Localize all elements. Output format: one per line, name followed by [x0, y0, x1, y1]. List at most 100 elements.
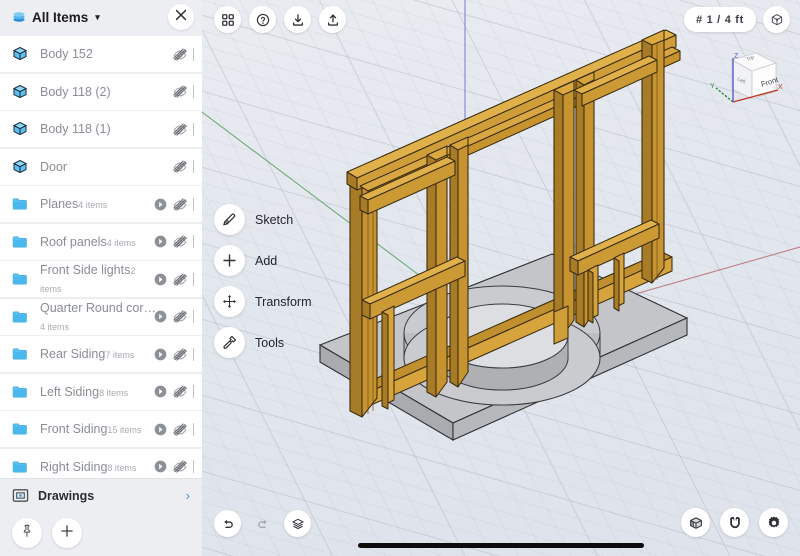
radial-menu-label: Tools	[255, 335, 285, 350]
snap-button[interactable]	[720, 508, 749, 537]
grid-view-button[interactable]	[214, 6, 241, 33]
eye-off-icon[interactable]	[173, 85, 187, 98]
tree-row-folder[interactable]: Roof panels4 items	[0, 223, 202, 260]
eye-off-icon[interactable]	[173, 197, 187, 211]
layers-button[interactable]	[284, 510, 311, 537]
row-divider	[193, 347, 194, 361]
tree-row-folder[interactable]: Rear Siding7 items	[0, 336, 202, 372]
eye-off-icon[interactable]	[173, 122, 187, 136]
box-shading-icon	[688, 515, 704, 531]
tree-row-folder[interactable]: Left Siding8 items	[0, 373, 202, 410]
row-divider	[193, 460, 194, 473]
tree-row-text: Body 118 (1)	[34, 120, 173, 138]
tree-row-controls	[154, 347, 198, 361]
tree-row-folder[interactable]: Planes4 items	[0, 186, 202, 222]
expand-folder-button[interactable]	[154, 273, 167, 286]
row-divider	[193, 122, 194, 136]
tree-row-controls	[173, 122, 198, 136]
tree-row-folder[interactable]: Front Side lights2 items	[0, 261, 202, 297]
cube-icon	[12, 46, 34, 62]
tree-row-controls	[154, 422, 198, 436]
3d-viewport[interactable]: # 1 / 4 ft Front Left Top Y X Z Sketch A…	[202, 0, 800, 556]
redo-icon	[256, 517, 270, 531]
grid-scale-pill[interactable]: # 1 / 4 ft	[684, 7, 756, 32]
folder-icon	[12, 271, 34, 287]
hammer-icon	[221, 334, 238, 351]
tree-row-controls	[154, 310, 198, 323]
expand-folder-button[interactable]	[154, 235, 167, 248]
radial-menu-item-add[interactable]: Add	[214, 245, 312, 276]
import-button[interactable]	[284, 6, 311, 33]
expand-folder-button[interactable]	[154, 460, 167, 473]
hammer-icon-button[interactable]	[214, 327, 245, 358]
eye-off-icon[interactable]	[173, 385, 187, 398]
tree-row-folder[interactable]: Front Siding15 items	[0, 411, 202, 447]
expand-folder-button[interactable]	[154, 198, 167, 211]
tree-row-body[interactable]: Door	[0, 148, 202, 185]
tree-row-count: 8 items	[99, 387, 129, 398]
help-button[interactable]	[249, 6, 276, 33]
plus-icon-button[interactable]	[214, 245, 245, 276]
tree-row-text: Front Side lights2 items	[34, 261, 154, 297]
cube-icon	[12, 84, 34, 100]
row-divider	[193, 272, 194, 286]
undo-button[interactable]	[214, 510, 241, 537]
eye-off-icon[interactable]	[173, 47, 187, 61]
radial-menu-item-transform[interactable]: Transform	[214, 286, 312, 317]
folder-icon	[12, 196, 34, 212]
view-style-button[interactable]	[681, 508, 710, 537]
eye-off-icon[interactable]	[173, 235, 187, 248]
radial-menu-item-sketch[interactable]: Sketch	[214, 204, 312, 235]
viewport-toolbar-top-right: # 1 / 4 ft	[684, 6, 790, 33]
drawings-icon	[12, 487, 29, 504]
tree-row-controls	[173, 160, 198, 173]
tree-row-text: Body 118 (2)	[34, 83, 173, 101]
tree-row-label: Rear Siding	[40, 347, 106, 361]
expand-folder-button[interactable]	[154, 310, 167, 323]
view-cube[interactable]: Front Left Top Y X Z	[708, 46, 786, 124]
row-divider	[193, 422, 194, 436]
chevron-down-icon: ▾	[95, 11, 100, 22]
row-divider	[193, 160, 194, 173]
expand-folder-button[interactable]	[154, 423, 167, 436]
close-panel-button[interactable]	[168, 4, 194, 30]
export-button[interactable]	[319, 6, 346, 33]
pencil-icon	[221, 211, 238, 228]
tree-row-text: Rear Siding7 items	[34, 345, 154, 363]
tree-row-folder[interactable]: Quarter Round cor… 4 items	[0, 298, 202, 335]
pin-button[interactable]	[12, 518, 42, 548]
perspective-cube-button[interactable]	[763, 6, 790, 33]
eye-off-icon[interactable]	[173, 272, 187, 286]
tree-row-text: Front Siding15 items	[34, 420, 154, 438]
undo-icon	[221, 517, 235, 531]
drawings-entry[interactable]: Drawings ›	[0, 478, 202, 512]
move-arrows-icon-button[interactable]	[214, 286, 245, 317]
settings-button[interactable]	[759, 508, 788, 537]
eye-off-icon[interactable]	[173, 347, 187, 361]
row-divider	[193, 85, 194, 98]
tree-row-body[interactable]: Body 118 (1)	[0, 111, 202, 147]
tree-row-body[interactable]: Body 118 (2)	[0, 73, 202, 110]
drawings-label: Drawings	[38, 488, 95, 503]
grid-icon	[221, 13, 235, 27]
tree-row-text: Left Siding8 items	[34, 383, 154, 401]
eye-off-icon[interactable]	[173, 160, 187, 173]
tree-row-text: Quarter Round cor… 4 items	[34, 299, 157, 335]
expand-folder-button[interactable]	[154, 385, 167, 398]
eye-off-icon[interactable]	[173, 460, 187, 473]
tree-row-controls	[154, 460, 198, 473]
all-items-dropdown[interactable]: All Items ▾	[12, 10, 100, 25]
folder-icon	[12, 421, 34, 437]
add-item-button[interactable]	[52, 518, 82, 548]
tree-row-label: Quarter Round cor…	[40, 300, 157, 315]
eye-off-icon[interactable]	[173, 310, 187, 323]
row-divider	[193, 47, 194, 61]
tree-row-body[interactable]: Body 152	[0, 36, 202, 72]
viewport-toolbar-top-left	[214, 6, 346, 33]
pencil-icon-button[interactable]	[214, 204, 245, 235]
tree-row-controls	[154, 272, 198, 286]
radial-menu-item-tools[interactable]: Tools	[214, 327, 312, 358]
expand-folder-button[interactable]	[154, 348, 167, 361]
eye-off-icon[interactable]	[173, 422, 187, 436]
redo-button[interactable]	[249, 510, 276, 537]
